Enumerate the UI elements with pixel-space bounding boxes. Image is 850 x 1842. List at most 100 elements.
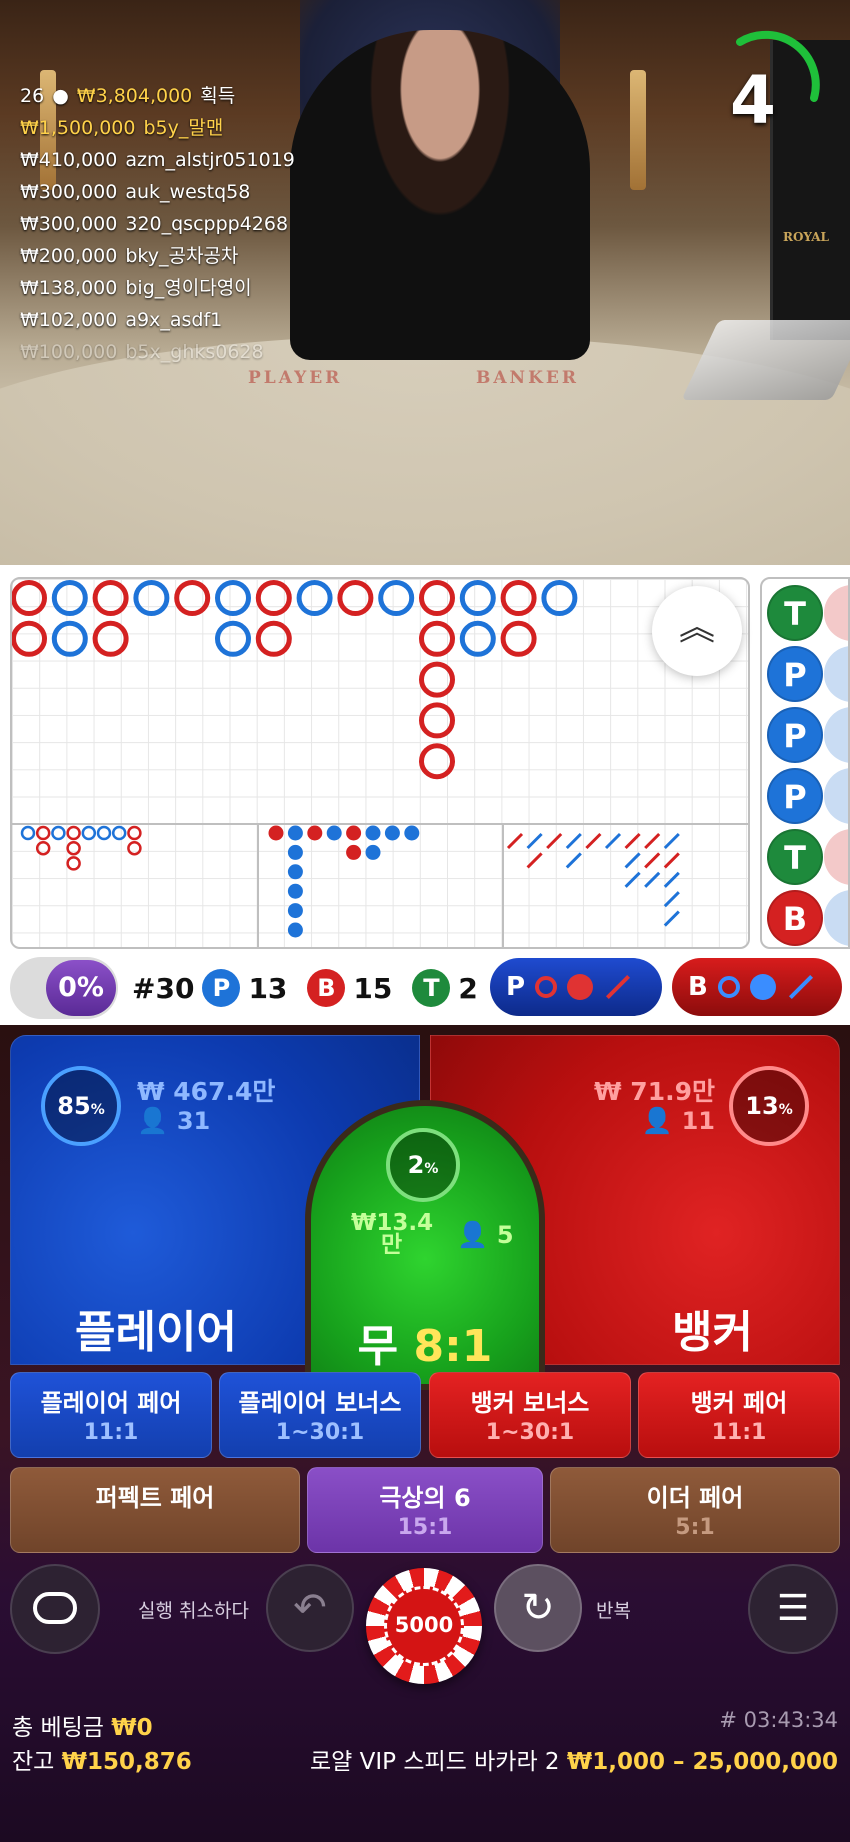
player-bonus-button[interactable]: 플레이어 보너스 1~30:1: [219, 1372, 421, 1458]
chat-button[interactable]: [10, 1564, 100, 1654]
banker-bonus-button[interactable]: 뱅커 보너스 1~30:1: [429, 1372, 631, 1458]
ring-icon: [717, 976, 740, 998]
bead-partial: [824, 829, 848, 885]
cockroach-road-mark: [663, 832, 680, 850]
winner-amount: ₩100,000: [20, 341, 118, 363]
chevron-double-up-icon: ︽: [678, 607, 715, 648]
player-road-mark: [541, 580, 578, 616]
perfect-pair-button[interactable]: 퍼펙트 페어: [10, 1467, 300, 1553]
winner-name: 320_qscppp4268: [125, 213, 289, 235]
tie-label: 무 8:1: [357, 1321, 493, 1372]
card-shoe: [681, 320, 850, 400]
winner-row: ₩1,500,000 b5y_말맨: [20, 112, 295, 144]
ask-banker-label: B: [688, 972, 708, 1002]
tie-badge: T: [412, 969, 451, 1007]
cockroach-road-mark: [565, 832, 582, 850]
winner-amount: ₩138,000: [20, 277, 118, 299]
either-pair-button[interactable]: 이더 페어 5:1: [550, 1467, 840, 1553]
user-icon: ●: [52, 85, 69, 107]
banker-amount: ₩ 71.9만: [594, 1077, 715, 1106]
banker-road-mark: [419, 743, 455, 780]
player-badge: P: [202, 969, 241, 1007]
banker-label: 뱅커: [672, 1307, 753, 1358]
derived-road-mark: [365, 844, 381, 860]
player-road-mark: [459, 580, 496, 616]
banker-road-mark: [92, 620, 129, 657]
winner-amount: ₩102,000: [20, 309, 118, 331]
player-pair-button[interactable]: 플레이어 페어 11:1: [10, 1372, 212, 1458]
banker-road-mark: [12, 580, 47, 616]
banker-road-mark: [419, 580, 455, 616]
bet-tie[interactable]: 2% ₩13.4 만 👤 5 무 8:1: [305, 1100, 545, 1390]
cockroach-road-mark: [624, 832, 641, 850]
player-road-mark: [51, 580, 88, 616]
banker-count: 15: [353, 971, 393, 1005]
player-count: 13: [248, 971, 288, 1005]
ring-icon: [535, 976, 558, 998]
undo-icon: ↶: [293, 1585, 327, 1631]
cockroach-road-mark: [644, 852, 661, 869]
ask-player-button[interactable]: P: [490, 958, 662, 1016]
dot-icon: [749, 974, 776, 1000]
derived-road-mark: [268, 825, 284, 841]
bead-b: B: [767, 890, 823, 946]
derived-road-mark: [307, 825, 323, 841]
winners-header: 26 ● ₩3,804,000 획득: [20, 80, 295, 112]
derived-road-mark: [127, 840, 142, 856]
winner-amount: ₩300,000: [20, 181, 118, 203]
derived-road-mark: [66, 840, 81, 856]
derived-road-mark: [81, 825, 97, 841]
super-six-button[interactable]: 극상의 6 15:1: [307, 1467, 543, 1553]
live-video: R ROYAL PLAYER BANKER 26●₩3,804,000획득 ₩1…: [0, 0, 850, 565]
banker-road-mark: [12, 620, 47, 657]
winner-row: ₩100,000 b5x_ghks0628: [20, 336, 295, 368]
percent-value: 0%: [46, 960, 116, 1016]
player-road-mark: [459, 620, 496, 657]
derived-road-mark: [346, 844, 362, 860]
repeat-label: 반복: [596, 1600, 631, 1622]
bead-partial: [824, 585, 848, 641]
winner-name: bky_공차공차: [125, 245, 239, 267]
banker-road-mark: [500, 580, 537, 616]
cockroach-road-mark: [624, 871, 641, 888]
banker-users: 👤 11: [641, 1106, 715, 1135]
winner-amount: ₩300,000: [20, 213, 118, 235]
banker-road-mark: [337, 580, 374, 616]
cockroach-road-mark: [644, 871, 661, 888]
table-label-banker: BANKER: [476, 368, 579, 388]
repeat-button[interactable]: ↻: [494, 1564, 582, 1652]
derived-road-mark: [287, 825, 303, 841]
ask-banker-button[interactable]: B: [672, 958, 842, 1016]
bead-p: P: [767, 646, 823, 702]
big-road: [10, 577, 750, 949]
banker-road-mark: [419, 702, 455, 739]
expand-roads-button[interactable]: ︽: [652, 586, 742, 676]
banker-pair-button[interactable]: 뱅커 페어 11:1: [638, 1372, 840, 1458]
banker-road-mark: [500, 620, 537, 657]
banker-road-mark: [255, 620, 292, 657]
bead-partial: [824, 646, 848, 702]
player-road-mark: [51, 620, 88, 657]
dot-icon: [567, 974, 594, 1000]
banker-pct-gauge: 13%: [729, 1066, 809, 1146]
cockroach-road-mark: [526, 852, 543, 869]
chip-selector[interactable]: 5000: [366, 1568, 482, 1684]
derived-road-mark: [127, 825, 142, 841]
percent-toggle[interactable]: 0%: [10, 957, 118, 1019]
winner-row: ₩138,000 big_영이다영이: [20, 272, 295, 304]
derived-road-mark: [384, 825, 400, 841]
undo-button[interactable]: ↶: [266, 1564, 354, 1652]
winner-name: auk_westq58: [125, 181, 251, 203]
banker-badge: B: [307, 969, 346, 1007]
winner-row: ₩102,000 a9x_asdf1: [20, 304, 295, 336]
derived-road-mark: [404, 825, 420, 841]
derived-road-mark: [326, 825, 342, 841]
wall-lamp: [630, 70, 646, 190]
player-road-mark: [296, 580, 333, 616]
cockroach-road-mark: [663, 891, 680, 908]
winner-row: ₩410,000 azm_alstjr051019: [20, 144, 295, 176]
derived-road-mark: [365, 825, 381, 841]
menu-button[interactable]: ☰: [748, 1564, 838, 1654]
player-road-mark: [215, 620, 251, 657]
derived-road-mark: [96, 825, 112, 841]
